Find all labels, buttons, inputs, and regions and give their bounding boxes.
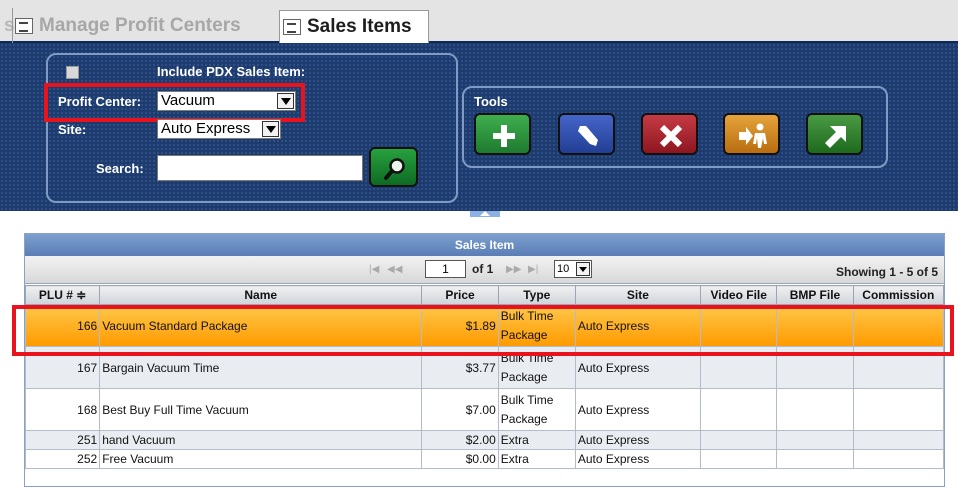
tab-bar: s Manage Profit Centers Sales Items [0, 0, 958, 43]
cell-plu: 252 [24, 449, 101, 469]
table-row[interactable]: 251 hand Vacuum $2.00 Extra Auto Express [24, 430, 945, 450]
cell-name: Free Vacuum [99, 449, 423, 469]
search-button[interactable] [369, 147, 418, 187]
tab-manage-label: Manage Profit Centers [39, 14, 241, 36]
table-row[interactable]: 252 Free Vacuum $0.00 Extra Auto Express [24, 449, 945, 469]
include-pdx-checkbox[interactable] [66, 66, 79, 79]
add-button[interactable] [474, 113, 531, 155]
cell-plu: 251 [24, 430, 101, 450]
column-header-video-file[interactable]: Video File [699, 285, 778, 305]
collapse-handle[interactable] [470, 211, 500, 217]
pencil-icon [578, 126, 598, 146]
selected-row-highlight [12, 305, 954, 356]
search-label: Search: [96, 161, 144, 176]
cell-price: $0.00 [421, 449, 499, 469]
add-icon [493, 125, 515, 147]
column-header-type[interactable]: Type [497, 285, 576, 305]
sales-item-grid: Sales Item |◀ ◀◀ 1 of 1 ▶▶ ▶| 10 Showing… [24, 233, 945, 487]
column-header-site[interactable]: Site [574, 285, 701, 305]
cell-plu: 168 [24, 388, 101, 431]
column-header-price[interactable]: Price [421, 285, 499, 305]
cell-bmp-file [776, 388, 854, 431]
cell-price: $7.00 [421, 388, 499, 431]
move-person-icon [739, 123, 767, 148]
page-count: of 1 [472, 262, 494, 276]
cell-type-line1: Bulk Time [500, 392, 554, 407]
delete-button[interactable] [641, 113, 698, 155]
cell-type: Extra [497, 430, 576, 450]
cell-bmp-file [776, 449, 854, 469]
cell-type: Extra [497, 449, 576, 469]
tools-label: Tools [474, 94, 508, 109]
chevron-down-icon[interactable] [576, 262, 590, 276]
cell-site: Auto Express [574, 388, 701, 431]
cell-site: Auto Express [574, 430, 701, 450]
cell-commission [852, 449, 945, 469]
cell-type-line2: Package [500, 411, 548, 426]
arrow-up-right-icon [825, 126, 846, 148]
page-number-input[interactable]: 1 [425, 260, 466, 278]
page-size-value: 10 [557, 263, 570, 275]
page-size-select[interactable]: 10 [554, 260, 592, 278]
cell-commission [852, 430, 945, 450]
table-header-row: PLU # ≑ Name Price Type Site Video File … [24, 285, 945, 305]
column-header-bmp-file[interactable]: BMP File [776, 285, 854, 305]
cell-site: Auto Express [574, 449, 701, 469]
chevron-down-icon[interactable] [262, 121, 279, 137]
export-button[interactable] [806, 113, 863, 155]
form-icon [15, 17, 33, 34]
move-button[interactable] [723, 113, 780, 155]
cell-video-file [699, 388, 778, 431]
cell-type: Bulk Time Package [497, 388, 576, 431]
edit-button[interactable] [558, 113, 615, 155]
include-pdx-label: Include PDX Sales Item: [157, 64, 306, 79]
search-input[interactable] [157, 155, 363, 181]
cell-video-file [699, 449, 778, 469]
tab-manage-profit-centers[interactable]: Manage Profit Centers [12, 8, 241, 43]
cell-name: hand Vacuum [99, 430, 423, 450]
cell-name: Best Buy Full Time Vacuum [99, 388, 423, 431]
site-select[interactable]: Auto Express [157, 119, 281, 139]
cell-price: $2.00 [421, 430, 499, 450]
profit-center-highlight [44, 83, 305, 122]
form-icon [283, 19, 301, 35]
magnifier-icon [384, 158, 405, 180]
last-page-icon[interactable]: ▶| [528, 264, 538, 275]
cell-video-file [699, 430, 778, 450]
site-label: Site: [58, 122, 87, 137]
cell-bmp-file [776, 430, 854, 450]
record-count: Showing 1 - 5 of 5 [835, 265, 938, 279]
prev-page-icon[interactable]: ◀◀ [387, 264, 402, 275]
table-row[interactable]: 168 Best Buy Full Time Vacuum $7.00 Bulk… [24, 388, 945, 431]
column-header-commission[interactable]: Commission [852, 285, 945, 305]
cell-type-line2: Package [500, 369, 548, 384]
cell-commission [852, 388, 945, 431]
column-header-plu[interactable]: PLU # ≑ [24, 285, 101, 305]
delete-x-icon [659, 124, 683, 148]
next-page-icon[interactable]: ▶▶ [506, 264, 521, 275]
pager: |◀ ◀◀ 1 of 1 ▶▶ ▶| 10 Showing 1 - 5 of 5 [25, 256, 944, 284]
grid-title: Sales Item [25, 234, 944, 256]
site-value: Auto Express [161, 120, 251, 137]
tab-sales-items[interactable]: Sales Items [279, 10, 429, 43]
first-page-icon[interactable]: |◀ [369, 264, 379, 275]
column-header-name[interactable]: Name [99, 285, 423, 305]
tab-sales-label: Sales Items [307, 16, 412, 37]
